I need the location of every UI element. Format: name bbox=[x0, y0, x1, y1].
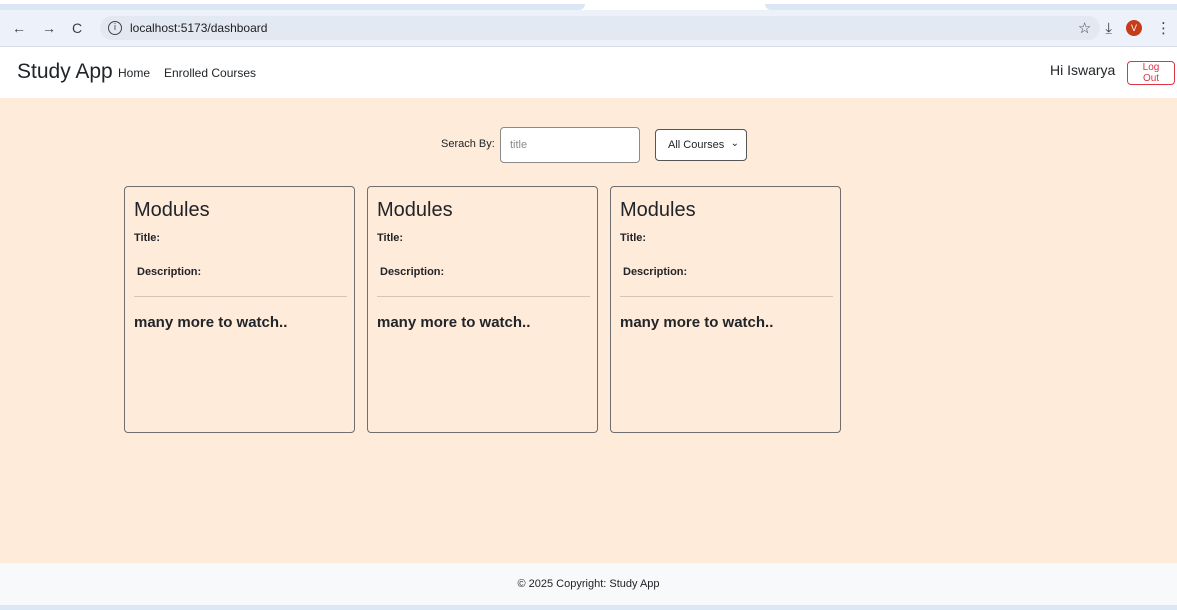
card-divider bbox=[377, 296, 590, 297]
card-more-text[interactable]: many more to watch.. bbox=[620, 314, 773, 331]
card-more-text[interactable]: many more to watch.. bbox=[377, 314, 530, 331]
card-title-label: Title: bbox=[377, 232, 404, 244]
card-heading: Modules bbox=[134, 199, 210, 221]
module-card[interactable]: Modules Title: Description: many more to… bbox=[367, 186, 598, 433]
card-title-label: Title: bbox=[134, 232, 161, 244]
download-icon[interactable]: ⤓ bbox=[1105, 20, 1112, 37]
card-description-label: Description: bbox=[137, 266, 202, 278]
brand-logo-text[interactable]: Study App bbox=[17, 60, 113, 84]
module-card[interactable]: Modules Title: Description: many more to… bbox=[610, 186, 841, 433]
card-description-label: Description: bbox=[623, 266, 688, 278]
profile-avatar-icon[interactable]: V bbox=[1126, 20, 1142, 36]
course-filter-select[interactable]: All Courses ⌄ bbox=[655, 129, 747, 161]
card-title-label: Title: bbox=[620, 232, 647, 244]
chevron-down-icon: ⌄ bbox=[730, 138, 739, 149]
forward-arrow-icon[interactable]: → bbox=[40, 19, 58, 37]
search-label: Serach By: bbox=[441, 138, 495, 150]
bookmark-star-icon[interactable]: ☆ bbox=[1078, 19, 1091, 37]
page-footer: © 2025 Copyright: Study App bbox=[0, 563, 1177, 605]
reload-icon[interactable]: C bbox=[68, 19, 86, 37]
user-greeting: Hi Iswarya bbox=[1050, 62, 1116, 78]
logout-button[interactable]: Log Out bbox=[1127, 61, 1175, 85]
course-filter-value: All Courses bbox=[668, 139, 725, 151]
nav-link-enrolled-courses[interactable]: Enrolled Courses bbox=[164, 66, 256, 80]
dashboard-main: Serach By: All Courses ⌄ Modules Title: … bbox=[0, 98, 1177, 563]
browser-menu-icon[interactable]: ⋮ bbox=[1156, 19, 1171, 37]
footer-copyright: © 2025 Copyright: Study App bbox=[517, 578, 660, 590]
card-description-label: Description: bbox=[380, 266, 445, 278]
address-field[interactable]: i localhost:5173/dashboard bbox=[100, 16, 1100, 40]
card-heading: Modules bbox=[377, 199, 453, 221]
card-divider bbox=[134, 296, 347, 297]
search-input[interactable] bbox=[500, 127, 640, 163]
module-card[interactable]: Modules Title: Description: many more to… bbox=[124, 186, 355, 433]
app-navbar: Study App Home Enrolled Courses Hi Iswar… bbox=[0, 47, 1177, 98]
card-more-text[interactable]: many more to watch.. bbox=[134, 314, 287, 331]
back-arrow-icon[interactable]: ← bbox=[10, 19, 28, 37]
browser-actions: ☆ ⤓ V ⋮ bbox=[1078, 16, 1171, 40]
site-info-icon[interactable]: i bbox=[108, 21, 122, 35]
nav-link-home[interactable]: Home bbox=[118, 66, 150, 80]
card-heading: Modules bbox=[620, 199, 696, 221]
url-text[interactable]: localhost:5173/dashboard bbox=[130, 21, 267, 35]
window-bottom-edge bbox=[0, 605, 1177, 610]
browser-toolbar: ← → C i localhost:5173/dashboard ☆ ⤓ V ⋮ bbox=[0, 10, 1177, 47]
card-divider bbox=[620, 296, 833, 297]
